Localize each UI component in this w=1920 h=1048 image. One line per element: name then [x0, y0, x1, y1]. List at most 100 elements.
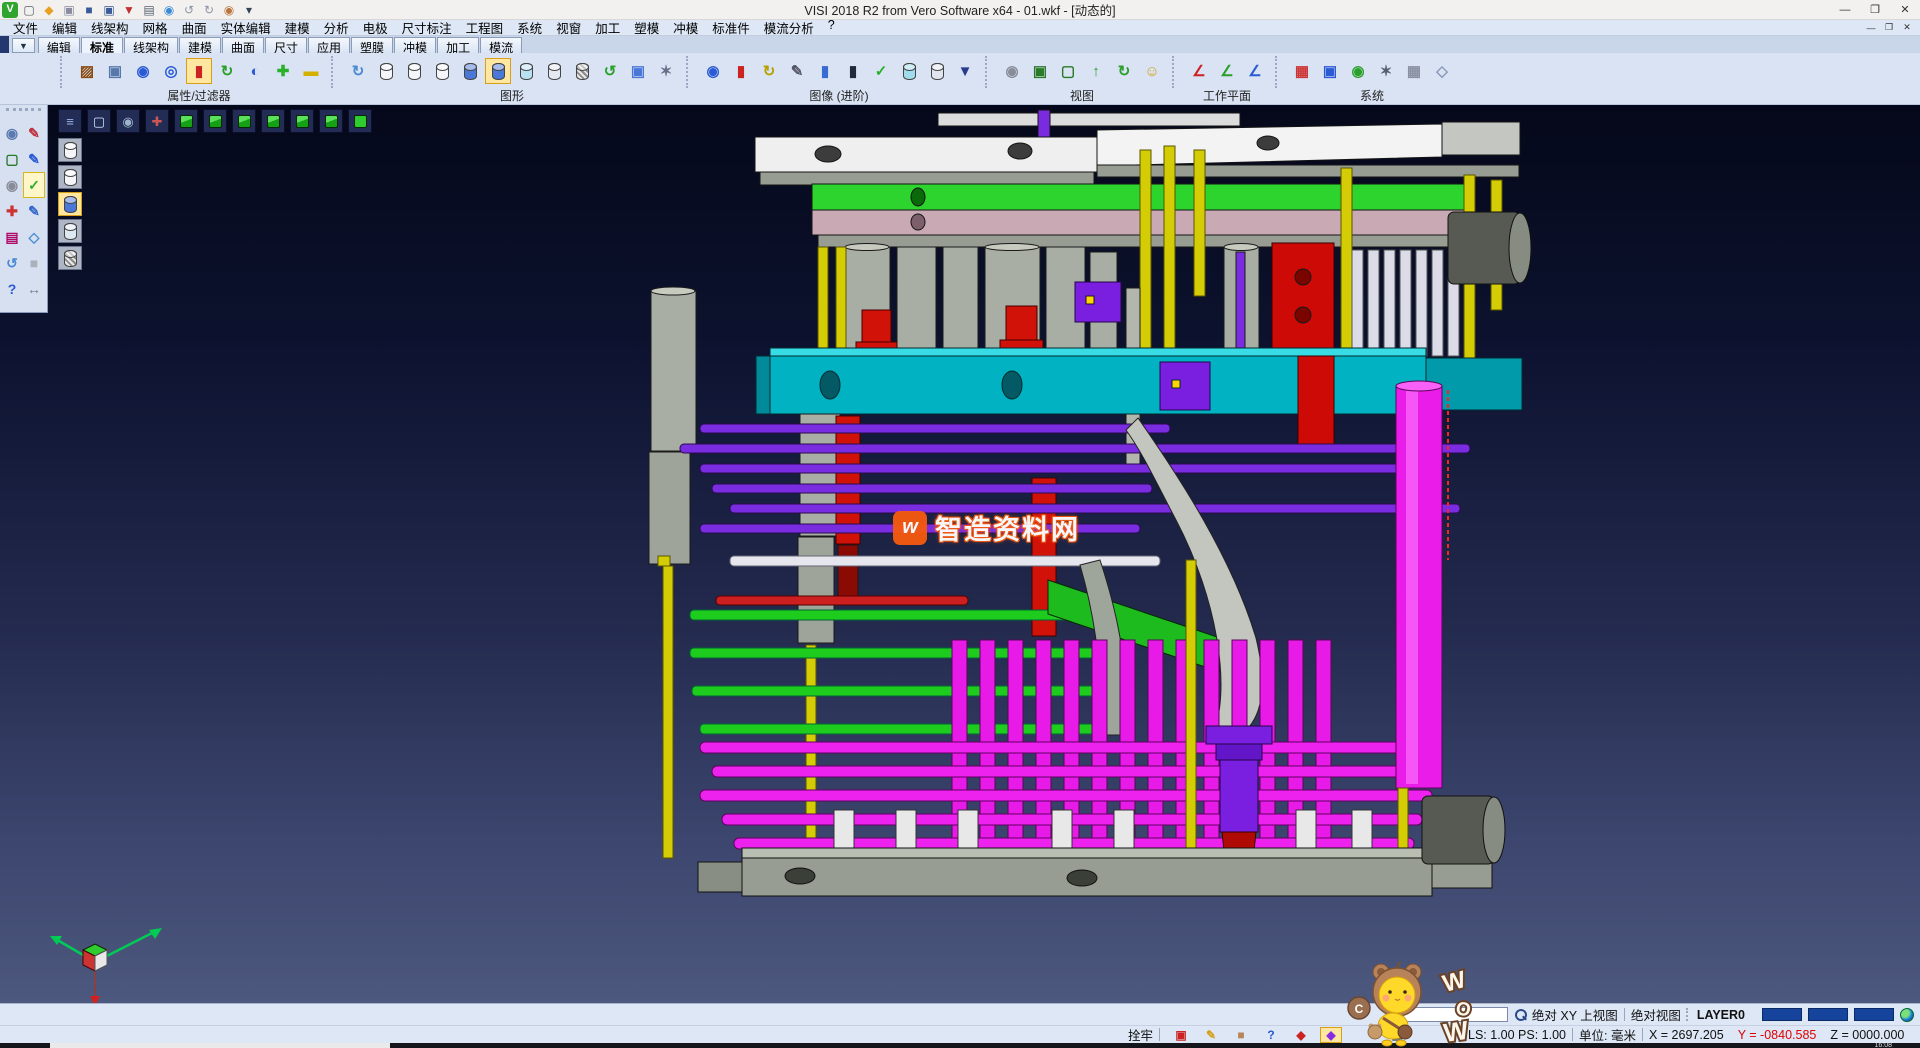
view-list-icon[interactable]: ≡ — [58, 109, 82, 133]
toolbar-handle[interactable] — [1172, 56, 1177, 88]
select-filter-icon[interactable]: ◉ — [1, 120, 23, 146]
menu-mesh[interactable]: 网格 — [136, 18, 175, 37]
menu-edit[interactable]: 编辑 — [45, 18, 84, 37]
regen-entity-icon[interactable]: ↺ — [1, 250, 23, 276]
toggle-visibility-icon[interactable]: ◐ — [242, 58, 268, 84]
active-layer-label[interactable]: LAYER0 — [1697, 1008, 1745, 1022]
menu-drafting[interactable]: 工程图 — [459, 18, 511, 37]
view-front-icon[interactable] — [290, 109, 314, 133]
toolbar-handle[interactable] — [1275, 56, 1280, 88]
confirm-check-icon[interactable]: ✓ — [23, 172, 45, 198]
new-file-icon[interactable]: ▢ — [20, 1, 38, 18]
cyan-cylinder-icon[interactable] — [896, 58, 922, 84]
menu-window[interactable]: 视窗 — [549, 18, 588, 37]
color-table-icon[interactable]: ▦ — [1289, 58, 1315, 84]
cylinder-hatched-icon[interactable] — [569, 58, 595, 84]
menu-progress[interactable]: 冲模 — [666, 18, 705, 37]
menu-flow-analysis[interactable]: 模流分析 — [757, 18, 821, 37]
history-icon[interactable]: ◉ — [220, 1, 238, 18]
hide-entities-icon[interactable]: ◎ — [158, 58, 184, 84]
section-bar-dark-icon[interactable]: ▮ — [840, 58, 866, 84]
advanced-edit-icon[interactable]: ✎ — [784, 58, 810, 84]
box-icon[interactable]: ■ — [1230, 1027, 1252, 1043]
cylinder-wireframe-icon[interactable] — [373, 58, 399, 84]
print-icon[interactable]: ▤ — [140, 1, 158, 18]
tab-modeling[interactable]: 建模 — [179, 37, 221, 53]
tab-mould[interactable]: 塑膜 — [351, 37, 393, 53]
cylinder-shaded-edges-icon[interactable] — [485, 58, 511, 84]
view-back-icon[interactable] — [319, 109, 343, 133]
view-vector-icon[interactable]: ↑ — [1083, 58, 1109, 84]
menu-help[interactable]: ? — [821, 18, 842, 37]
save-icon[interactable]: ■ — [80, 1, 98, 18]
menu-analysis[interactable]: 分析 — [317, 18, 356, 37]
view-right-icon[interactable] — [261, 109, 285, 133]
workplane-align-icon[interactable]: ∠ — [1214, 58, 1240, 84]
menu-wireframe[interactable]: 线架构 — [84, 18, 136, 37]
zoom-fit-icon[interactable]: ▢ — [87, 109, 111, 133]
export-icon[interactable]: ▼ — [120, 1, 138, 18]
taskbar-window-segment[interactable] — [50, 1043, 390, 1048]
view-iso-icon[interactable] — [348, 109, 372, 133]
view-mode-label[interactable]: 绝对 XY 上视图 — [1532, 1005, 1618, 1024]
refresh-graphics-icon[interactable]: ↻ — [345, 58, 371, 84]
monitor-icon[interactable]: ▣ — [1317, 58, 1343, 84]
magic-brush-icon[interactable]: ✎ — [1200, 1027, 1222, 1043]
menu-system[interactable]: 系统 — [510, 18, 549, 37]
workplane-view-icon[interactable]: ∠ — [1242, 58, 1268, 84]
attributes-palette-icon[interactable]: ▤ — [1, 224, 23, 250]
quick-access-dropdown-icon[interactable]: ▾ — [240, 1, 258, 18]
view-bottom-icon[interactable] — [203, 109, 227, 133]
tab-standard[interactable]: 标准 — [81, 37, 123, 53]
render-hidden-line-icon[interactable] — [58, 165, 82, 189]
menu-solid-edit[interactable]: 实体编辑 — [214, 18, 278, 37]
toolbar-handle[interactable] — [60, 56, 65, 88]
tab-application[interactable]: 应用 — [308, 37, 350, 53]
help-question-icon[interactable]: ? — [1, 276, 23, 302]
clean-attributes-icon[interactable]: ▨ — [74, 58, 100, 84]
cylinder-dashed-icon[interactable] — [429, 58, 455, 84]
globe-icon[interactable] — [1900, 1008, 1914, 1022]
measure-distance-icon[interactable]: ↔ — [23, 276, 45, 302]
tab-edit[interactable]: 编辑 — [38, 37, 80, 53]
tab-surface[interactable]: 曲面 — [222, 37, 264, 53]
window-split-icon[interactable]: ▦ — [1386, 1027, 1408, 1043]
funnel-icon[interactable]: ▼ — [952, 58, 978, 84]
viewport-3d[interactable]: x ◉✎▢✎◉✓✚✎▤◇↺■?↔ ≡▢◉✚ w 智造资料网 — [0, 105, 1920, 1003]
toolbar-handle[interactable] — [331, 56, 336, 88]
stamp-icon[interactable]: ▣ — [1170, 1027, 1192, 1043]
workplane-create-icon[interactable]: ∠ — [1186, 58, 1212, 84]
color-swatch-2[interactable] — [1808, 1008, 1848, 1021]
open-file-icon[interactable]: ◆ — [40, 1, 58, 18]
globe-icon[interactable]: ◉ — [1345, 58, 1371, 84]
windows-taskbar[interactable]: 16:08 — [0, 1043, 1920, 1048]
search-input[interactable] — [1386, 1007, 1508, 1022]
menu-machining[interactable]: 加工 — [588, 18, 627, 37]
menu-surface[interactable]: 曲面 — [175, 18, 214, 37]
grid-icon[interactable]: ▦ — [1401, 58, 1427, 84]
advanced-traffic-light-icon[interactable]: ▮ — [728, 58, 754, 84]
render-smiley-icon[interactable]: ☺ — [1139, 58, 1165, 84]
view-left-icon[interactable] — [232, 109, 256, 133]
section-bar-blue-icon[interactable]: ▮ — [812, 58, 838, 84]
filter-traffic-light-icon[interactable]: ▮ — [186, 58, 212, 84]
edit-curve-icon[interactable]: ✎ — [23, 198, 45, 224]
solid-cube-icon[interactable]: ■ — [23, 250, 45, 276]
graphics-settings-icon[interactable]: ✶ — [653, 58, 679, 84]
tab-progress[interactable]: 冲模 — [394, 37, 436, 53]
tab-dimension[interactable]: 尺寸 — [265, 37, 307, 53]
sketch-curve-icon[interactable]: ✎ — [23, 146, 45, 172]
zoom-fit-icon[interactable]: ▢ — [1055, 58, 1081, 84]
fit-view-icon[interactable]: ▢ — [1, 146, 23, 172]
toolbar-handle[interactable] — [686, 56, 691, 88]
refresh-view-icon[interactable]: ↻ — [1111, 58, 1137, 84]
clip-cylinder-icon[interactable] — [924, 58, 950, 84]
tab-flow[interactable]: 模流 — [480, 37, 522, 53]
minimize-button[interactable]: — — [1830, 0, 1860, 19]
maximize-button[interactable]: ❐ — [1860, 0, 1890, 19]
absolute-view-label[interactable]: 绝对视图 — [1631, 1005, 1681, 1024]
close-button[interactable]: ✕ — [1890, 0, 1920, 19]
move-axes-icon[interactable]: ✚ — [1, 198, 23, 224]
show-all-icon[interactable]: ✚ — [270, 58, 296, 84]
search-icon[interactable] — [1512, 1007, 1528, 1023]
